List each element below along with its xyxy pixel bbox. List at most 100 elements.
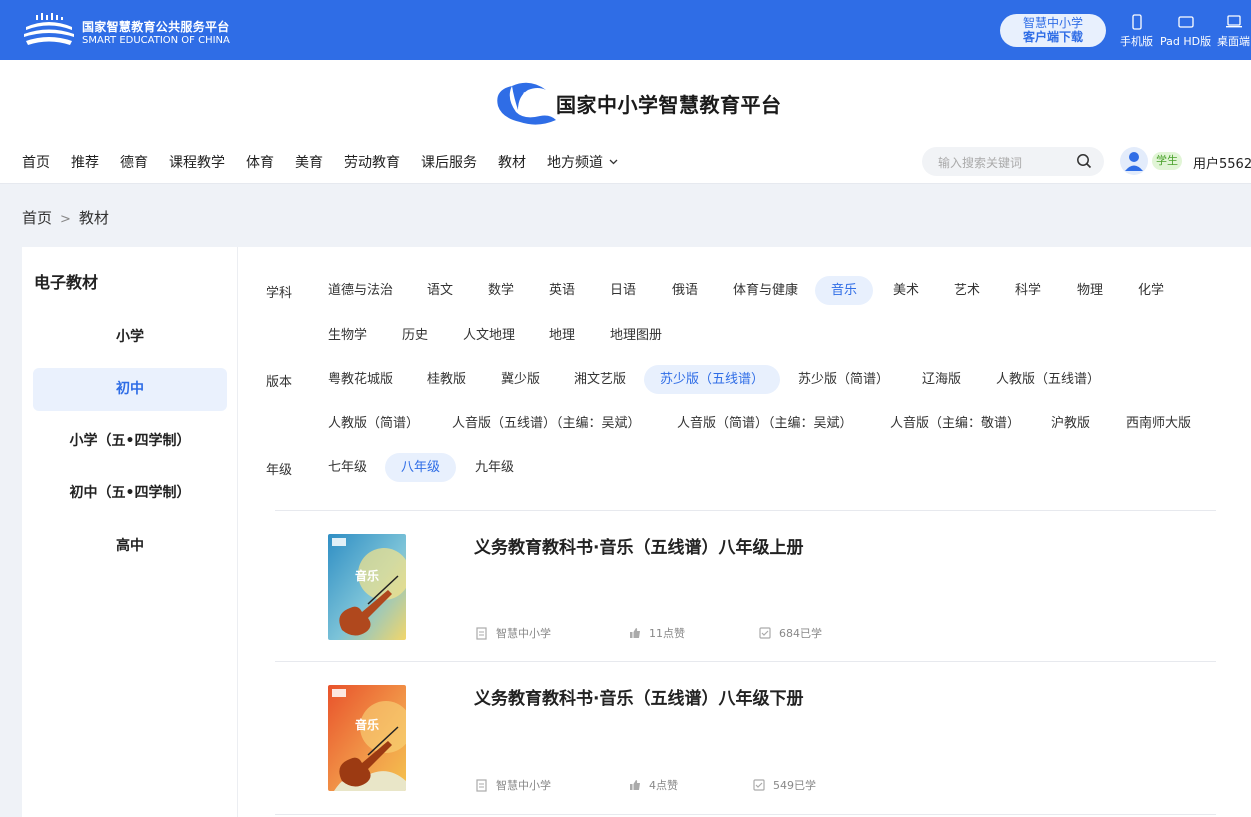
breadcrumb-current: 教材 (78, 209, 109, 227)
book-source: 智慧中小学 (476, 625, 551, 641)
subject-chip[interactable]: 日语 (594, 276, 652, 305)
edition-chip[interactable]: 西南师大版 (1110, 409, 1207, 438)
breadcrumb: 首页 > 教材 (22, 207, 109, 228)
book-learners: 549已学 (753, 777, 816, 793)
nav-item-local[interactable]: 地方频道 (547, 152, 618, 172)
pad-version-label: Pad HD版 (1160, 35, 1212, 48)
book-source-text: 智慧中小学 (496, 627, 551, 640)
download-line1: 智慧中小学 (1022, 16, 1083, 30)
client-download-button[interactable]: 智慧中小学 客户端下载 (1000, 14, 1106, 47)
subject-chip[interactable]: 历史 (386, 321, 444, 350)
stage-sidebar: 电子教材 小学 初中 小学（五•四学制） 初中（五•四学制） 高中 (22, 247, 238, 817)
nav-item-sports[interactable]: 体育 (246, 152, 274, 172)
subject-chip[interactable]: 体育与健康 (717, 276, 814, 305)
smart-education-logo-icon (24, 13, 74, 45)
cover-title-text: 音乐 (355, 568, 379, 583)
learned-icon (753, 779, 765, 791)
laptop-icon (1225, 15, 1242, 28)
grade-filter-label: 年级 (266, 463, 293, 478)
edition-chip[interactable]: 人音版（简谱）（主编：吴斌） (661, 409, 869, 438)
role-badge: 学生 (1152, 152, 1182, 170)
book-likes: 4点赞 (629, 777, 678, 793)
subject-chip[interactable]: 美术 (877, 276, 935, 305)
sidebar-item-primary-54[interactable]: 小学（五•四学制） (33, 420, 227, 463)
breadcrumb-home[interactable]: 首页 (22, 209, 52, 227)
sidebar-item-junior-54[interactable]: 初中（五•四学制） (33, 472, 227, 515)
nav-item-home[interactable]: 首页 (22, 152, 50, 172)
subject-chip[interactable]: 英语 (533, 276, 591, 305)
edition-chip[interactable]: 人教版（简谱） (312, 409, 435, 438)
nav-item-recommend[interactable]: 推荐 (71, 152, 99, 172)
desktop-version-link[interactable]: 桌面端 (1217, 14, 1250, 49)
edition-chip[interactable]: 粤教花城版 (312, 365, 409, 394)
edition-chip[interactable]: 苏少版（简谱） (782, 365, 905, 394)
edition-chip[interactable]: 人音版（五线谱）（主编：吴斌） (436, 409, 657, 438)
book-cover[interactable]: 音乐 (328, 685, 406, 791)
sidebar-title: 电子教材 (34, 273, 99, 292)
breadcrumb-separator: > (60, 212, 71, 227)
music-textbook-cover-image: 音乐 (328, 534, 406, 640)
desktop-version-label: 桌面端 (1217, 35, 1250, 48)
username[interactable]: 用户5562 (1193, 153, 1251, 172)
book-cover[interactable]: 音乐 (328, 534, 406, 640)
search-icon[interactable] (1076, 153, 1092, 169)
subject-chip[interactable]: 地理图册 (594, 321, 678, 350)
grade-chip-active[interactable]: 八年级 (385, 453, 457, 482)
edition-chip[interactable]: 辽海版 (906, 365, 977, 394)
platform-title: 国家中小学智慧教育平台 (556, 93, 782, 117)
org-name-en: SMART EDUCATION OF CHINA (82, 35, 230, 46)
nav-item-afterschool[interactable]: 课后服务 (421, 152, 477, 172)
book-title[interactable]: 义务教育教科书·音乐（五线谱）八年级上册 (474, 533, 803, 558)
grade-chip[interactable]: 七年级 (312, 453, 383, 482)
subject-chip[interactable]: 数学 (472, 276, 530, 305)
subject-chip[interactable]: 艺术 (938, 276, 996, 305)
top-bar: 国家智慧教育公共服务平台 SMART EDUCATION OF CHINA 智慧… (0, 0, 1251, 60)
edition-chip[interactable]: 冀少版 (485, 365, 556, 394)
nav-item-local-label: 地方频道 (547, 155, 603, 171)
book-likes: 11点赞 (629, 625, 685, 641)
subject-chip[interactable]: 地理 (533, 321, 591, 350)
sidebar-item-senior[interactable]: 高中 (33, 525, 227, 568)
subject-chip[interactable]: 化学 (1122, 276, 1180, 305)
mobile-version-label: 手机版 (1120, 35, 1153, 48)
edition-chip[interactable]: 湘文艺版 (558, 365, 642, 394)
search-input[interactable]: 输入搜索关键词 (922, 147, 1104, 176)
download-line2: 客户端下载 (1022, 30, 1083, 44)
edition-chip[interactable]: 桂教版 (411, 365, 482, 394)
list-divider (275, 510, 1216, 511)
search-placeholder: 输入搜索关键词 (938, 156, 1023, 170)
subject-filter-label: 学科 (266, 286, 293, 301)
subject-chip[interactable]: 人文地理 (447, 321, 531, 350)
book-source: 智慧中小学 (476, 777, 551, 793)
document-icon (476, 626, 487, 640)
grade-chip[interactable]: 九年级 (459, 453, 530, 482)
nav-item-moral[interactable]: 德育 (120, 152, 148, 172)
avatar[interactable] (1120, 147, 1148, 175)
cover-title-text: 音乐 (355, 717, 379, 732)
subject-chip[interactable]: 生物学 (312, 321, 383, 350)
user-icon (1125, 152, 1143, 171)
edition-chip[interactable]: 人音版（主编：敬谱） (874, 409, 1036, 438)
tablet-icon (1177, 16, 1194, 28)
nav-item-courses[interactable]: 课程教学 (169, 152, 225, 172)
nav-item-arts[interactable]: 美育 (295, 152, 323, 172)
subject-chip[interactable]: 物理 (1061, 276, 1119, 305)
sidebar-item-primary[interactable]: 小学 (33, 316, 227, 359)
book-title[interactable]: 义务教育教科书·音乐（五线谱）八年级下册 (474, 684, 803, 709)
edition-chip[interactable]: 人教版（五线谱） (980, 365, 1116, 394)
pad-version-link[interactable]: Pad HD版 (1160, 14, 1211, 49)
sidebar-item-junior[interactable]: 初中 (33, 368, 227, 411)
nav-item-labor[interactable]: 劳动教育 (344, 152, 400, 172)
book-learners-text: 549已学 (773, 779, 816, 792)
edition-chip-active[interactable]: 苏少版（五线谱） (644, 365, 781, 394)
subject-chip[interactable]: 道德与法治 (312, 276, 409, 305)
mobile-version-link[interactable]: 手机版 (1120, 14, 1153, 49)
subject-chip-active[interactable]: 音乐 (815, 276, 874, 305)
subject-chip[interactable]: 俄语 (656, 276, 714, 305)
edition-filter-label: 版本 (266, 375, 293, 390)
edition-chip[interactable]: 沪教版 (1035, 409, 1106, 438)
subject-chip[interactable]: 语文 (411, 276, 469, 305)
subject-chip[interactable]: 科学 (999, 276, 1057, 305)
thumbs-up-icon (630, 628, 640, 638)
nav-item-textbooks[interactable]: 教材 (498, 152, 526, 172)
